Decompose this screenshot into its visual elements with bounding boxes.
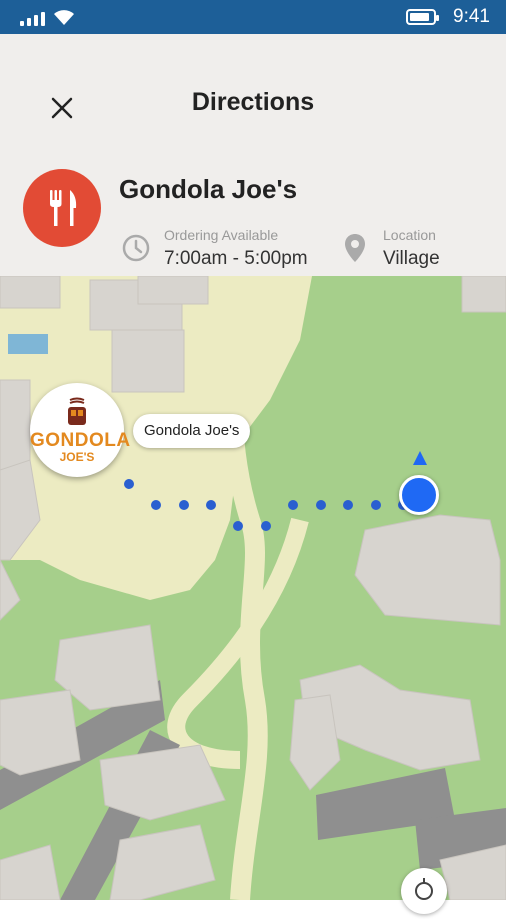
heading-arrow-icon [413,451,427,465]
ordering-label: Ordering Available [164,227,279,243]
status-bar: 9:41 [0,0,506,34]
gondola-logo-icon [68,397,86,425]
map-pin-label[interactable]: Gondola Joe's [133,414,251,448]
route-dot [288,500,298,510]
place-avatar [23,169,101,247]
route-dot [261,521,271,531]
route-dot [124,479,134,489]
place-name: Gondola Joe's [119,174,298,204]
fork-knife-icon [50,190,77,226]
route-dot [371,500,381,510]
route-dot [343,500,353,510]
location-label: Location [383,227,436,243]
signal-icon [20,10,45,26]
wifi-icon [54,10,74,25]
location-value: Village [383,248,440,269]
battery-icon [406,9,439,25]
current-location-dot [399,475,439,515]
map-pool [8,334,48,354]
restaurant-map-pin[interactable]: GONDOLA JOE'S [30,383,131,477]
compass-button[interactable] [401,868,447,914]
route-dot [151,500,161,510]
route-dot [206,500,216,510]
status-time: 9:41 [453,6,490,27]
place-header: Directions Gondola Joe's Ordering Availa… [0,34,506,276]
map-view[interactable] [0,276,506,900]
page-title: Directions [191,88,315,116]
compass-icon [415,878,433,900]
route-dot [179,500,189,510]
pin-logo-subtext: JOE'S [59,450,95,464]
map-canvas [0,276,506,900]
route-dot [316,500,326,510]
location-pin-icon [345,234,365,262]
clock-icon [122,234,150,262]
route-dot [233,521,243,531]
ordering-hours: 7:00am - 5:00pm [164,248,308,269]
pin-logo-text: GONDOLA [30,430,131,451]
